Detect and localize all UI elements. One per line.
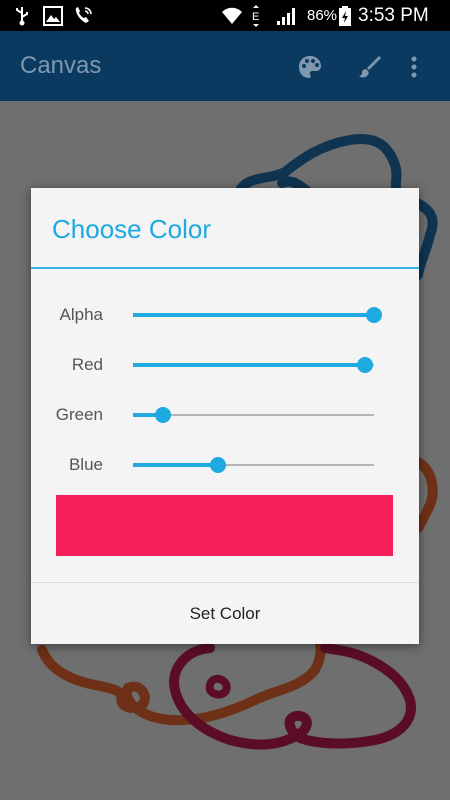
data-activity-icon: E (252, 5, 259, 27)
slider-row-alpha: Alpha (31, 300, 419, 330)
clock: 3:53 PM (358, 5, 429, 26)
battery-percent: 86% (307, 7, 338, 24)
green-label: Green (55, 405, 103, 424)
alpha-label: Alpha (59, 305, 103, 324)
red-slider-thumb[interactable] (356, 357, 373, 373)
blue-slider-thumb[interactable] (210, 457, 227, 473)
orange-stroke-right (413, 457, 438, 533)
red-slider[interactable] (133, 357, 374, 373)
blue-slider[interactable] (133, 457, 374, 473)
slider-row-red: Red (31, 350, 419, 380)
brush-icon[interactable] (357, 54, 383, 80)
alpha-slider-fill (133, 313, 374, 317)
wifi-call-icon (75, 7, 92, 23)
signal-icon (277, 8, 295, 25)
maroon-stroke (169, 643, 416, 750)
usb-icon (16, 7, 28, 26)
set-color-button[interactable]: Set Color (31, 583, 419, 644)
green-slider[interactable] (133, 407, 374, 423)
title-divider (31, 267, 419, 269)
color-preview-swatch (56, 495, 393, 556)
palette-icon[interactable] (297, 54, 323, 80)
alpha-slider[interactable] (133, 307, 382, 323)
battery-charging-icon (339, 6, 351, 26)
overflow-menu-icon[interactable] (409, 54, 419, 80)
slider-row-blue: Blue (31, 450, 419, 480)
green-slider-thumb[interactable] (155, 407, 172, 423)
blue-label: Blue (68, 455, 103, 474)
red-label: Red (71, 355, 103, 374)
alpha-slider-thumb[interactable] (366, 307, 382, 323)
app-title: Canvas (20, 52, 102, 79)
image-notification-icon (43, 6, 63, 26)
dialog-title: Choose Color (52, 214, 211, 244)
blue-slider-fill (133, 463, 219, 467)
network-type-label: E (252, 11, 259, 23)
wifi-icon (222, 7, 242, 24)
red-slider-fill (133, 363, 365, 367)
slider-row-green: Green (31, 400, 419, 430)
action-bar: Canvas (0, 31, 450, 101)
choose-color-dialog: Choose Color Alpha Red Green Blue Set Co… (31, 188, 419, 644)
status-bar: E 86% 3:53 PM (0, 0, 450, 31)
